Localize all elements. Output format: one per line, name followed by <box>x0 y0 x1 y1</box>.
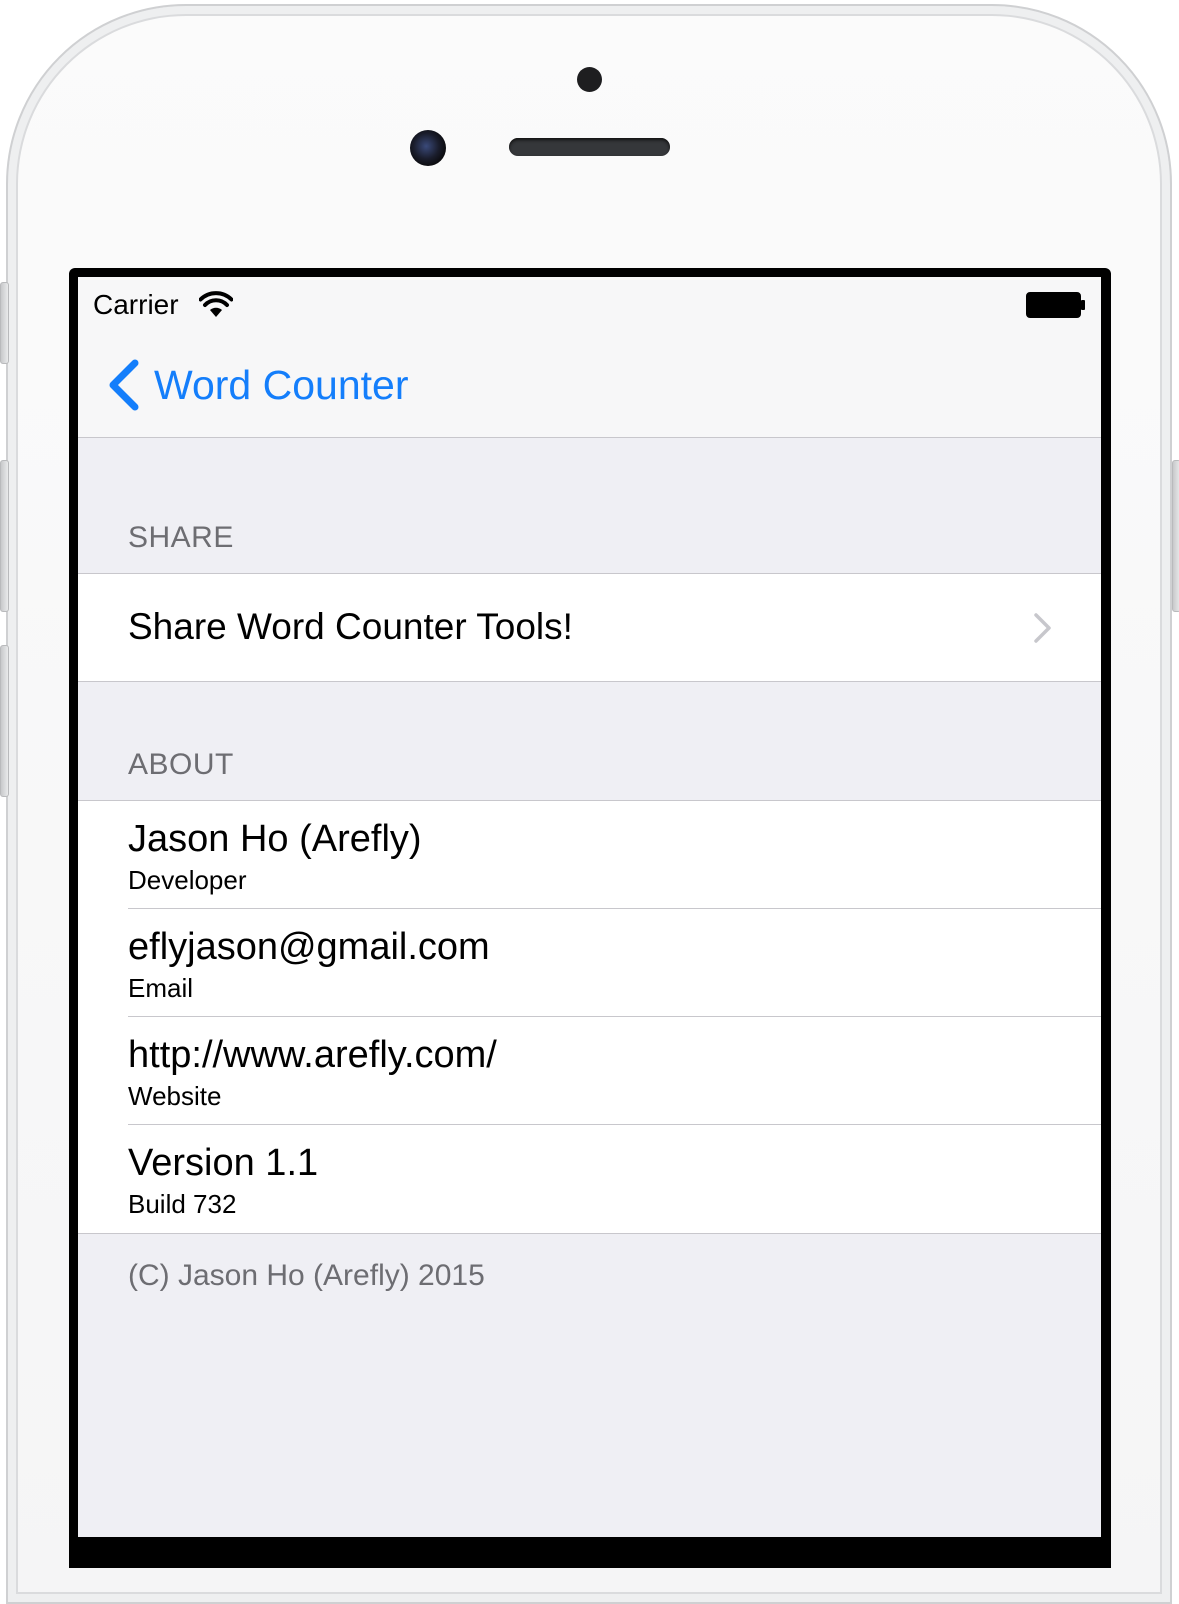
power-button <box>1172 460 1179 612</box>
carrier-label: Carrier <box>93 289 179 320</box>
about-group: Jason Ho (Arefly) Developer eflyjason@gm… <box>78 800 1101 1234</box>
share-section-header: SHARE <box>128 521 234 554</box>
back-button[interactable]: Word Counter <box>106 357 408 413</box>
earpiece-speaker <box>509 138 670 156</box>
email-address: eflyjason@gmail.com <box>128 926 490 968</box>
battery-icon <box>1026 292 1085 318</box>
chevron-left-icon <box>109 359 139 411</box>
website-subtitle: Website <box>128 1081 222 1111</box>
share-app-cell[interactable]: Share Word Counter Tools! <box>78 574 1101 681</box>
screen: Carrier Word Counter SHARE Share Word Co… <box>78 277 1101 1537</box>
developer-subtitle: Developer <box>128 865 247 895</box>
copyright-footer: (C) Jason Ho (Arefly) 2015 <box>128 1259 485 1292</box>
email-cell[interactable]: eflyjason@gmail.com Email <box>78 909 1101 1017</box>
share-group: Share Word Counter Tools! <box>78 573 1101 682</box>
about-section-header: ABOUT <box>128 748 234 781</box>
volume-up-button <box>0 460 9 612</box>
back-button-label: Word Counter <box>154 361 409 408</box>
developer-name: Jason Ho (Arefly) <box>128 818 422 860</box>
wifi-icon <box>199 291 233 317</box>
website-url: http://www.arefly.com/ <box>128 1034 497 1076</box>
share-app-title: Share Word Counter Tools! <box>128 606 573 647</box>
front-camera <box>410 130 446 166</box>
volume-down-button <box>0 645 9 797</box>
proximity-sensor <box>577 67 602 92</box>
email-subtitle: Email <box>128 973 194 1003</box>
chevron-right-icon <box>1034 613 1051 643</box>
version-number: Version 1.1 <box>128 1142 319 1184</box>
website-cell[interactable]: http://www.arefly.com/ Website <box>78 1017 1101 1125</box>
navigation-bar: Carrier Word Counter <box>78 277 1101 438</box>
developer-cell[interactable]: Jason Ho (Arefly) Developer <box>78 801 1101 909</box>
build-number: Build 732 <box>128 1189 237 1219</box>
version-cell[interactable]: Version 1.1 Build 732 <box>78 1125 1101 1233</box>
mute-switch <box>0 282 9 364</box>
